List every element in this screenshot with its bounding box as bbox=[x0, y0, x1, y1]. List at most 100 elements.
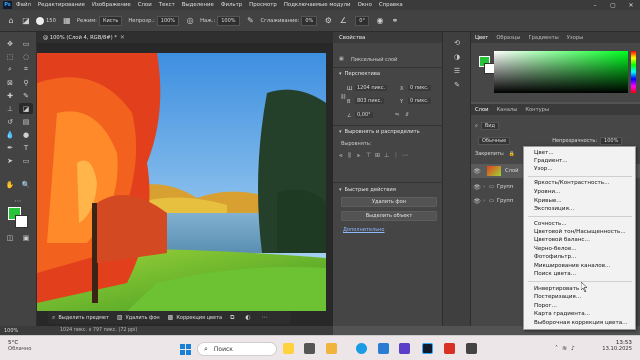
menu-item-gradient-map[interactable]: Карта градиента... bbox=[534, 311, 590, 317]
menu-plugins[interactable]: Подключаемые модули bbox=[284, 2, 351, 8]
minimize-icon[interactable]: – bbox=[586, 0, 604, 10]
eraser-tool-icon[interactable]: ◪ bbox=[21, 16, 31, 26]
lock-icon[interactable]: 🔒 bbox=[509, 151, 515, 157]
menu-layers[interactable]: Слои bbox=[138, 2, 152, 8]
airbrush-icon[interactable]: ✎ bbox=[246, 16, 256, 26]
photoshop-logo[interactable]: Ps bbox=[3, 1, 12, 9]
menu-filter[interactable]: Фильтр bbox=[221, 2, 242, 8]
transform-icon[interactable]: ⧉ bbox=[230, 314, 237, 322]
properties-title[interactable]: Свойства bbox=[339, 35, 365, 41]
lasso-tool-icon[interactable]: ◌ bbox=[19, 51, 33, 62]
chevron-up-icon[interactable]: ˄ bbox=[555, 345, 558, 352]
windows-start-icon[interactable] bbox=[180, 344, 191, 355]
menu-item-black-white[interactable]: Черно-белое... bbox=[534, 246, 577, 252]
dodge-tool-icon[interactable]: ● bbox=[19, 129, 33, 140]
smoothing-control[interactable]: Сглаживание: 0% bbox=[261, 15, 318, 26]
menu-image[interactable]: Изображение bbox=[92, 2, 131, 8]
menu-view[interactable]: Просмотр bbox=[249, 2, 277, 8]
align-section[interactable]: ▾ Выровнять и распределить bbox=[339, 129, 420, 135]
clock[interactable]: 13:53 13.10.2025 bbox=[602, 340, 632, 352]
mode-select[interactable]: Кисть bbox=[98, 15, 123, 26]
menu-help[interactable]: Справка bbox=[379, 2, 403, 8]
height-field[interactable]: 803 пикс. bbox=[355, 98, 385, 104]
color-picker-field[interactable] bbox=[494, 51, 628, 93]
angle-control[interactable]: 0° bbox=[353, 15, 369, 26]
more-options-icon[interactable]: ⋯ bbox=[262, 314, 271, 321]
hue-slider[interactable] bbox=[631, 51, 636, 93]
blur-tool-icon[interactable]: 💧 bbox=[3, 129, 17, 140]
canvas-area[interactable] bbox=[37, 43, 333, 326]
crop-tool-icon[interactable]: ⌗ bbox=[19, 64, 33, 75]
brush-preset-picker[interactable]: 150 bbox=[36, 16, 56, 25]
align-right-icon[interactable]: ⫸ bbox=[357, 152, 366, 160]
mode-control[interactable]: Режим: Кисть bbox=[77, 15, 123, 26]
canvas-image[interactable] bbox=[37, 53, 326, 311]
menu-item-invert[interactable]: Инвертировать bbox=[534, 286, 579, 292]
symmetry-icon[interactable]: ⚭ bbox=[390, 16, 400, 26]
align-left-icon[interactable]: ⫷ bbox=[339, 152, 348, 160]
layer-filter-select[interactable]: Вид bbox=[480, 122, 499, 130]
gradient-tool-icon[interactable]: ▤ bbox=[19, 116, 33, 127]
y-field[interactable]: 0 пикс. bbox=[408, 98, 431, 104]
tab-patterns[interactable]: Узоры bbox=[567, 35, 583, 41]
eraser-tool-icon[interactable]: ◪ bbox=[19, 103, 33, 114]
menu-window[interactable]: Окно bbox=[358, 2, 372, 8]
tab-paths[interactable]: Контуры bbox=[525, 107, 549, 113]
tab-gradients[interactable]: Градиенты bbox=[528, 35, 558, 41]
wifi-icon[interactable]: ≋ bbox=[562, 345, 567, 352]
brush-tool-icon[interactable]: ✎ bbox=[19, 90, 33, 101]
weather-widget[interactable]: 5°C Облачно bbox=[8, 340, 31, 352]
menu-text[interactable]: Текст bbox=[159, 2, 175, 8]
edge-browser-icon[interactable] bbox=[356, 343, 367, 354]
mask-icon[interactable]: ◐ bbox=[245, 314, 253, 321]
menu-item-exposure[interactable]: Экспозиция... bbox=[534, 206, 574, 212]
menu-item-color-lookup[interactable]: Поиск цвета... bbox=[534, 271, 576, 277]
color-correction-button[interactable]: ▩ Коррекция цвета bbox=[168, 314, 222, 321]
select-subject-button[interactable]: ⌕ Выделить предмет bbox=[52, 314, 109, 322]
adjustments-panel-icon[interactable]: ◑ bbox=[452, 52, 462, 62]
smoothing-field[interactable]: 0% bbox=[301, 15, 318, 26]
angle-field[interactable]: 0° bbox=[355, 15, 369, 26]
home-icon[interactable]: ⌂ bbox=[6, 16, 16, 26]
align-center-h-icon[interactable]: ⫼ bbox=[348, 152, 357, 160]
layer-opacity-field[interactable]: 100% bbox=[600, 137, 623, 145]
menu-item-vibrance[interactable]: Сочность... bbox=[534, 221, 567, 227]
align-bottom-icon[interactable]: ⊥ bbox=[384, 152, 393, 160]
tab-channels[interactable]: Каналы bbox=[496, 107, 517, 113]
zoom-level[interactable]: 100% bbox=[4, 328, 18, 334]
perspective-section[interactable]: ▾ Перспектива bbox=[339, 71, 380, 77]
tab-swatches[interactable]: Образцы bbox=[496, 35, 520, 41]
file-explorer-icon[interactable] bbox=[326, 343, 337, 354]
eye-icon[interactable]: 👁 bbox=[471, 184, 483, 191]
menu-item-color-balance[interactable]: Цветовой баланс... bbox=[534, 237, 590, 243]
menu-item-photo-filter[interactable]: Фотофильтр... bbox=[534, 254, 576, 260]
more-tools-icon[interactable]: ⋯ bbox=[11, 195, 25, 206]
menu-item-hue-saturation[interactable]: Цветовой тон/Насыщенность... bbox=[534, 229, 626, 235]
background-color-swatch[interactable] bbox=[15, 215, 28, 228]
pressure-control[interactable]: Наж.: 100% bbox=[200, 15, 240, 26]
width-field[interactable]: 1204 пикс. bbox=[355, 85, 388, 91]
link-icon[interactable]: ⛓ bbox=[340, 94, 346, 100]
taskbar-app-icon[interactable] bbox=[283, 343, 294, 354]
remove-background-button[interactable]: Удалить фон bbox=[341, 197, 437, 207]
close-icon[interactable]: ✕ bbox=[622, 0, 640, 10]
brushes-panel-icon[interactable]: ✎ bbox=[452, 80, 462, 90]
x-field[interactable]: 0 пикс. bbox=[408, 85, 431, 91]
move-tool-icon[interactable]: ✥ bbox=[3, 38, 17, 49]
artboard-tool-icon[interactable]: ▭ bbox=[19, 38, 33, 49]
opacity-control[interactable]: Непрозр.: 100% bbox=[128, 15, 180, 26]
smoothing-settings-icon[interactable]: ⚙ bbox=[323, 16, 333, 26]
blend-mode-select[interactable]: Обычные bbox=[478, 137, 511, 145]
tab-layers[interactable]: Слои bbox=[475, 107, 488, 113]
history-panel-icon[interactable]: ⟲ bbox=[452, 38, 462, 48]
eye-icon[interactable]: 👁 bbox=[471, 168, 483, 175]
close-tab-icon[interactable]: ✕ bbox=[120, 34, 125, 41]
quick-actions-section[interactable]: ▾ Быстрые действия bbox=[339, 187, 396, 193]
pressure-opacity-icon[interactable]: ◎ bbox=[185, 16, 195, 26]
pen-tool-icon[interactable]: ✒ bbox=[3, 142, 17, 153]
align-top-icon[interactable]: ⊤ bbox=[366, 152, 375, 160]
healing-brush-icon[interactable]: ✚ bbox=[3, 90, 17, 101]
menu-edit[interactable]: Редактирование bbox=[38, 2, 85, 8]
menu-item-brightness-contrast[interactable]: Яркость/Контрастность... bbox=[534, 180, 609, 186]
document-info[interactable]: 1024 пикс. x 797 пикс. (72 ppi) bbox=[60, 328, 137, 333]
